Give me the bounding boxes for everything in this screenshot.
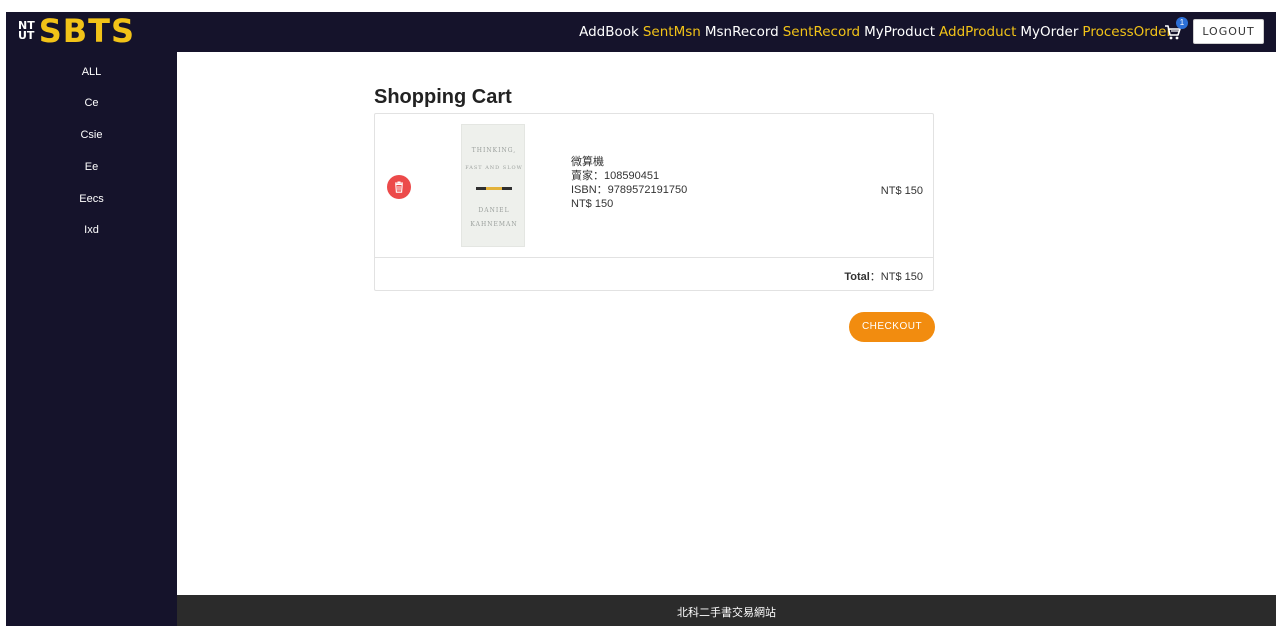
item-price: NT$ 150 [571,198,614,210]
logout-button[interactable]: LOGOUT [1193,19,1264,44]
cover-pencil-tip [486,187,502,190]
cart-card: THINKING, FAST AND SLOW DANIEL KAHNEMAN … [374,113,934,291]
nav-addproduct[interactable]: AddProduct [939,24,1016,40]
nav-addbook[interactable]: AddBook [579,24,639,40]
card-divider [375,257,933,258]
sidebar-item-all[interactable]: ALL [6,64,177,80]
checkout-button[interactable]: CHECKOUT [849,312,935,342]
cover-title-line2: FAST AND SLOW [465,165,523,171]
item-info: 微算機 賣家：108590451 ISBN：9789572191750 NT$ … [571,155,687,211]
item-name: 微算機 [571,156,604,168]
item-seller: 賣家：108590451 [571,170,660,182]
category-sidebar: ALL Ce Csie Ee Eecs Ixd [6,52,177,626]
sidebar-item-csie[interactable]: Csie [6,127,177,143]
logo-mark-bottom: UT [18,29,35,42]
logo-text: SBTS [38,12,136,50]
ntut-logo-mark: NT UT [18,20,35,42]
item-isbn: ISBN：9789572191750 [571,184,688,196]
sidebar-item-ixd[interactable]: Ixd [6,222,177,238]
total-value: ：NT$ 150 [869,271,923,283]
cart-count-badge: 1 [1176,17,1188,29]
cart-total: Total：NT$ 150 [844,268,923,284]
book-cover-image: THINKING, FAST AND SLOW DANIEL KAHNEMAN [461,124,525,247]
nav-links: AddBook SentMsn MsnRecord SentRecord MyP… [575,12,1172,52]
page-title: Shopping Cart [374,86,512,108]
nav-myproduct[interactable]: MyProduct [864,24,935,40]
sidebar-item-ce[interactable]: Ce [6,95,177,111]
nav-sentrecord[interactable]: SentRecord [783,24,860,40]
nav-sentmsn[interactable]: SentMsn [643,24,701,40]
site-logo[interactable]: NT UT SBTS [18,13,135,49]
cover-title-line1: THINKING, [471,147,517,154]
trash-icon [395,181,403,193]
item-subtotal: NT$ 150 [880,185,923,197]
delete-item-button[interactable] [387,175,411,199]
total-label: Total [844,271,870,283]
cover-author-line1: DANIEL [478,207,510,214]
app-window: NT UT SBTS AddBook SentMsn MsnRecord Sen… [6,12,1276,626]
sidebar-item-eecs[interactable]: Eecs [6,191,177,207]
top-navbar: NT UT SBTS AddBook SentMsn MsnRecord Sen… [6,12,1276,52]
nav-processorder[interactable]: ProcessOrder [1082,24,1172,40]
cover-author-line2: KAHNEMAN [470,221,518,228]
site-footer: 北科二手書交易網站 [177,595,1276,626]
nav-myorder[interactable]: MyOrder [1020,24,1078,40]
nav-msnrecord[interactable]: MsnRecord [705,24,779,40]
sidebar-item-ee[interactable]: Ee [6,159,177,175]
